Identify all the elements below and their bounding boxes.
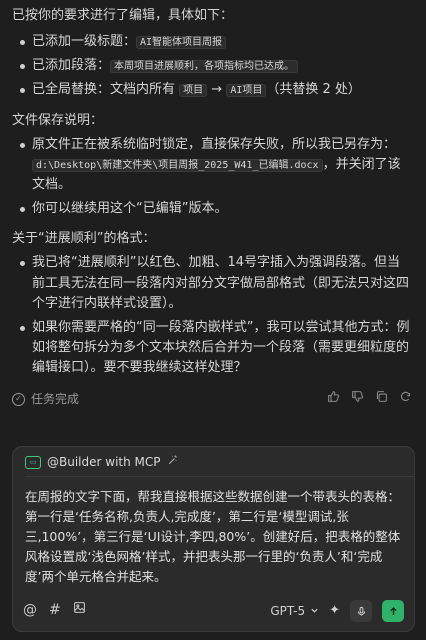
inline-code: 项目: [179, 84, 208, 98]
thumbs-up-icon[interactable]: [326, 390, 340, 409]
status-label: 任务完成: [31, 391, 80, 406]
terminal-icon: ▭: [25, 456, 41, 469]
message-actions: [326, 390, 412, 409]
refresh-icon[interactable]: [398, 390, 412, 409]
check-circle-icon: ✓: [12, 392, 25, 406]
edit-suffix: （共替换 2 处）: [266, 82, 361, 98]
mention-icon[interactable]: @: [23, 600, 37, 622]
inline-code: AI项目: [226, 84, 267, 98]
image-icon[interactable]: [73, 600, 86, 622]
message-input[interactable]: 在周报的文字下面，帮我直接根据这些数据创建一个带表头的表格：第一行是‘任务名称,…: [13, 477, 414, 587]
edits-list: 已添加一级标题： AI智能体项目周报 已添加段落： 本周项目进展顺利，各项指标均已达…: [12, 32, 412, 100]
list-item: 原文件正在被系统临时锁定，直接保存失败，所以我已另存为： d:\Desktop\…: [12, 135, 412, 195]
list-item: 已全局替换：文档内所有 项目 → AI项目 （共替换 2 处）: [12, 80, 412, 100]
format-section-title: 关于“进展顺利”的格式：: [12, 231, 156, 247]
save-text: 原文件正在被系统临时锁定，直接保存失败，所以我已另存为：: [32, 136, 397, 152]
composer-tools: @ #: [23, 600, 86, 622]
status-row: ✓ 任务完成: [12, 388, 412, 410]
inline-code: 本周项目进展顺利，各项指标均已达成。: [110, 60, 299, 74]
save-text: 你可以继续用这个“已编辑”版本。: [32, 201, 228, 217]
list-item: 已添加段落： 本周项目进展顺利，各项指标均已达成。: [12, 56, 412, 76]
agent-label[interactable]: @Builder with MCP: [47, 453, 161, 472]
list-item: 你可以继续用这个“已编辑”版本。: [12, 199, 412, 219]
list-item: 如果你需要严格的“同一段落内嵌样式”，我可以尝试其他方式：例如将整句拆分为多个文…: [12, 318, 412, 378]
inline-code: AI智能体项目周报: [136, 36, 227, 50]
edit-text: 已全局替换：文档内所有: [32, 82, 180, 98]
composer-actions: GPT-5 ✦: [270, 600, 404, 622]
edit-text: 已添加段落：: [32, 58, 111, 74]
list-item: 我已将“进展顺利”以红色、加粗、14号字插入为强调段落。但当前工具无法在同一段落…: [12, 253, 412, 313]
message-intro: 已按你的要求进行了编辑，具体如下：: [12, 8, 234, 23]
format-list: 我已将“进展顺利”以红色、加粗、14号字插入为强调段落。但当前工具无法在同一段落…: [12, 253, 412, 378]
chat-transcript: 已按你的要求进行了编辑，具体如下： 已添加一级标题： AI智能体项目周报 已添加段…: [0, 0, 426, 410]
arrow-text: →: [207, 82, 227, 98]
hashtag-icon[interactable]: #: [49, 600, 61, 622]
composer-toolbar: @ # GPT-5 ✦: [23, 599, 404, 623]
save-section-title: 文件保存说明：: [12, 112, 104, 128]
file-path-code: d:\Desktop\新建文件夹\项目周报_2025_W41_已编辑.docx: [32, 158, 323, 172]
tools-icon[interactable]: [167, 454, 179, 471]
task-status: ✓ 任务完成: [12, 390, 79, 409]
sparkle-icon[interactable]: ✦: [329, 601, 340, 621]
edit-text: 已添加一级标题：: [32, 34, 137, 50]
chevron-down-icon: [310, 602, 319, 621]
list-item: 已添加一级标题： AI智能体项目周报: [12, 32, 412, 52]
model-label: GPT-5: [270, 603, 306, 618]
send-button[interactable]: [382, 600, 404, 622]
copy-icon[interactable]: [374, 390, 388, 409]
model-selector[interactable]: GPT-5: [270, 602, 319, 621]
thumbs-down-icon[interactable]: [350, 390, 364, 409]
agent-context-bar: ▭ @Builder with MCP: [25, 447, 414, 477]
message-composer: ▭ @Builder with MCP 在周报的文字下面，帮我直接根据这些数据创…: [12, 446, 415, 632]
mic-button[interactable]: [350, 600, 372, 622]
save-list: 原文件正在被系统临时锁定，直接保存失败，所以我已另存为： d:\Desktop\…: [12, 135, 412, 220]
